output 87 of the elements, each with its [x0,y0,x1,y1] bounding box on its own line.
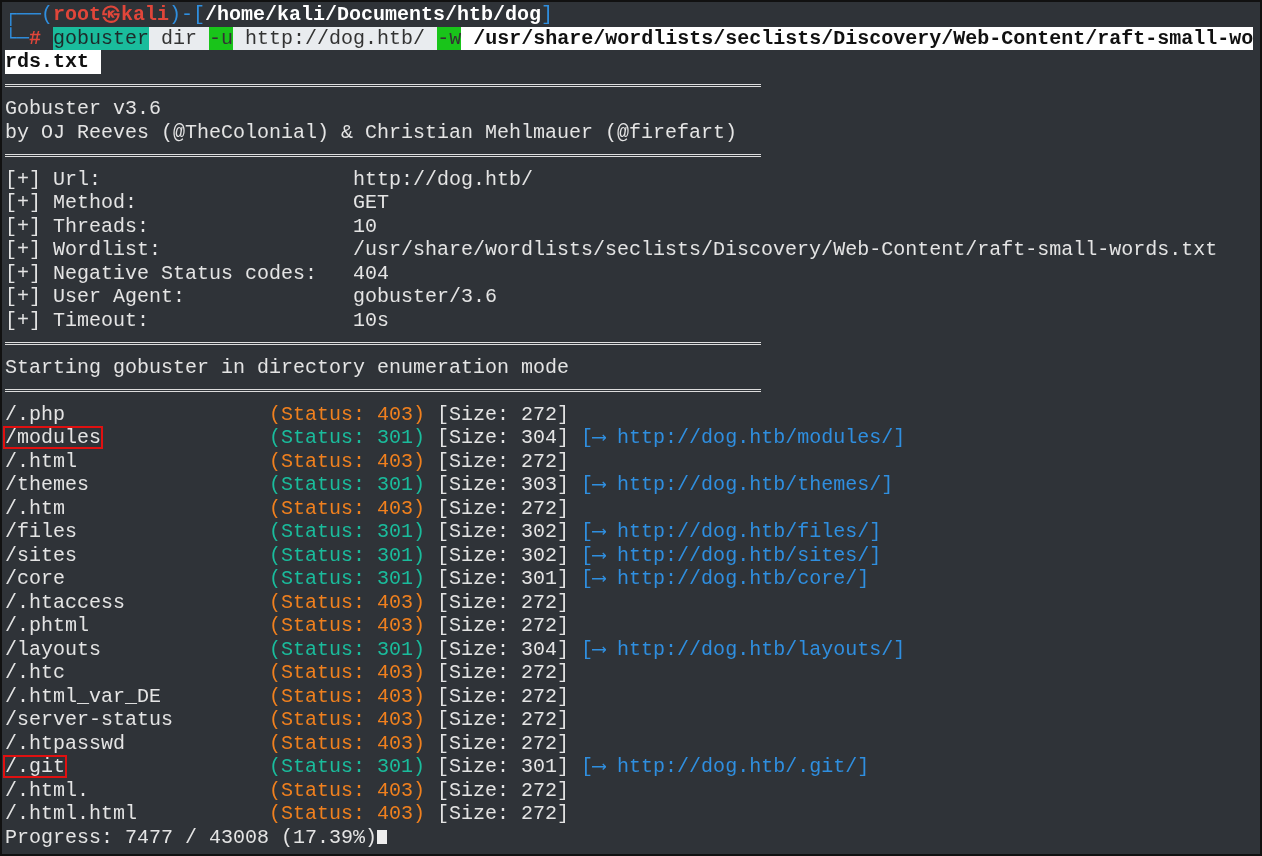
result-path: /layouts [5,637,101,661]
command-path: /usr/share/wordlists/seclists/Discovery/Web-Content/raft-small-wo [461,26,1254,50]
command-argument: http://dog.htb/ [233,26,438,50]
config-value: http://dog.htb/ [353,167,534,191]
config-label: [+] User Agent: [5,285,187,309]
result-path: /core [5,567,65,591]
status-code: (Status: 301) [269,755,427,779]
result-path: /files [5,520,77,544]
result-path: /.html.html [5,802,138,826]
banner-text: by OJ Reeves (@TheColonial) & Christian Mehlmauer (@firefart) [5,120,738,144]
config-label: [+] Url: [5,167,102,191]
prompt-bracket: ] [541,3,554,27]
result-path: /themes [5,473,89,497]
status-code: (Status: 403) [269,708,427,732]
response-size: [Size: 272] [437,684,571,708]
response-size: [Size: 272] [437,778,571,802]
response-size: [Size: 272] [437,496,571,520]
config-label: [+] Wordlist: [5,238,163,262]
response-size: [Size: 272] [437,614,571,638]
response-size: [Size: 302] [437,520,571,544]
response-size: [Size: 272] [437,449,571,473]
status-code: (Status: 301) [269,426,427,450]
result-path: /server-status [5,708,174,732]
config-value: /usr/share/wordlists/seclists/Discovery/Web-Content/raft-small-words.txt [353,238,1218,262]
result-path: /.htpasswd [5,731,126,755]
config-value: 10 [353,214,378,238]
status-code: (Status: 403) [269,590,427,614]
result-path: /sites [5,543,77,567]
response-size: [Size: 303] [437,473,571,497]
command-flag: -u [209,26,234,50]
result-path: /.htm [5,496,65,520]
current-directory: /home/kali/Documents/htb/dog [205,3,542,27]
result-path: /modules [3,426,103,449]
result-path: /.git [3,755,67,778]
prompt-corner: └─ [5,26,29,50]
response-size: [Size: 302] [437,543,571,567]
result-path: /.html. [5,778,89,802]
response-size: [Size: 301] [437,567,571,591]
config-value: GET [353,191,390,215]
status-code: (Status: 403) [269,661,427,685]
command-path: rds.txt [5,50,101,74]
response-size: [Size: 272] [437,590,571,614]
prompt-user: root㉿kali [53,3,170,27]
status-code: (Status: 403) [269,778,427,802]
config-value: 10s [353,308,390,332]
command-argument: dir [149,26,210,50]
response-size: [Size: 304] [437,426,571,450]
response-size: [Size: 272] [437,661,571,685]
status-code: (Status: 403) [269,614,427,638]
response-size: [Size: 272] [437,731,571,755]
status-message: Starting gobuster in directory enumeration mode [5,355,570,379]
status-code: (Status: 403) [269,496,427,520]
status-code: (Status: 403) [269,731,427,755]
status-code: (Status: 403) [269,402,427,426]
banner-text: Gobuster v3.6 [5,97,162,121]
result-path: /.htc [5,661,65,685]
prompt-corner: ┌──( [5,3,53,27]
response-size: [Size: 272] [437,708,571,732]
config-label: [+] Method: [5,191,139,215]
status-code: (Status: 403) [269,449,427,473]
result-path: /.phtml [5,614,89,638]
response-size: [Size: 301] [437,755,571,779]
response-size: [Size: 272] [437,402,571,426]
config-label: [+] Negative Status codes: [5,261,319,285]
status-code: (Status: 301) [269,543,427,567]
config-label: [+] Threads: [5,214,151,238]
prompt-separator: )-[ [169,3,206,27]
result-path: /.htaccess [5,590,126,614]
result-path: /.php [5,402,65,426]
status-code: (Status: 301) [269,567,427,591]
result-path: /.html_var_DE [5,684,162,708]
response-size: [Size: 304] [437,637,571,661]
progress-text: Progress: 7477 / 43008 (17.39%) [5,825,378,849]
status-code: (Status: 301) [269,520,427,544]
command-name: gobuster [53,26,150,50]
status-code: (Status: 301) [269,637,427,661]
prompt-symbol: # [29,26,43,50]
status-code: (Status: 403) [269,802,427,826]
response-size: [Size: 272] [437,802,571,826]
status-code: (Status: 301) [269,473,427,497]
command-flag: -w [437,26,462,50]
config-label: [+] Timeout: [5,308,151,332]
status-code: (Status: 403) [269,684,427,708]
config-value: gobuster/3.6 [353,285,498,309]
config-value: 404 [353,261,390,285]
cursor [377,830,388,845]
result-path: /.html [5,449,77,473]
